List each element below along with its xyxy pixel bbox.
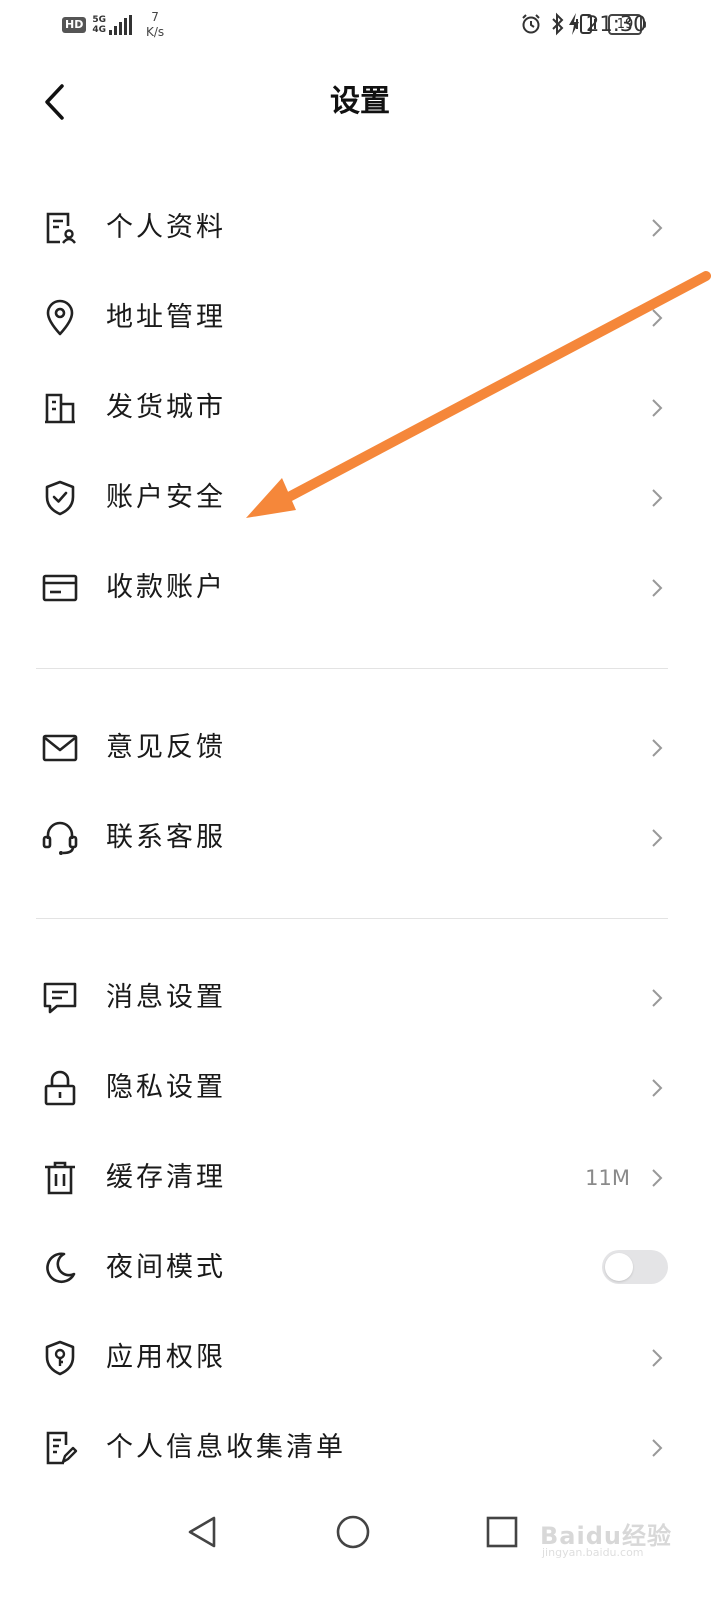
settings-item-label: 个人资料 <box>106 212 226 243</box>
chat-bubble-icon <box>38 978 82 1018</box>
home-circle-icon <box>336 1515 370 1549</box>
lock-icon <box>38 1068 82 1108</box>
chevron-right-icon <box>652 739 663 757</box>
settings-item-label: 收款账户 <box>106 572 226 603</box>
settings-item-label: 缓存清理 <box>106 1162 226 1193</box>
settings-item-label: 发货城市 <box>106 392 226 423</box>
settings-item-label: 账户安全 <box>106 482 226 513</box>
section-divider <box>36 668 668 669</box>
building-icon <box>38 388 82 428</box>
bluetooth-icon <box>552 12 564 36</box>
status-left: HD 5G 4G 7 K/s <box>62 8 164 42</box>
settings-item-payment-account[interactable]: 收款账户 <box>0 548 720 628</box>
chevron-right-icon <box>652 489 663 507</box>
back-triangle-icon <box>188 1516 216 1548</box>
signal-icon <box>109 15 134 35</box>
chevron-right-icon <box>652 399 663 417</box>
section-divider <box>36 918 668 919</box>
settings-item-label: 隐私设置 <box>106 1072 226 1103</box>
settings-item-app-permissions[interactable]: 应用权限 <box>0 1318 720 1398</box>
location-pin-icon <box>38 298 82 338</box>
chevron-right-icon <box>652 309 663 327</box>
settings-item-label: 联系客服 <box>106 822 226 853</box>
charging-icon <box>569 13 579 35</box>
moon-icon <box>38 1248 82 1288</box>
app-header: 设置 <box>0 60 720 140</box>
trash-icon <box>38 1158 82 1198</box>
hd-icon: HD <box>62 17 87 33</box>
card-icon <box>38 568 82 608</box>
shield-check-icon <box>38 478 82 518</box>
night-mode-toggle[interactable] <box>602 1250 668 1284</box>
settings-item-label: 意见反馈 <box>106 732 226 763</box>
toggle-knob <box>605 1253 633 1281</box>
status-time: 21:30 <box>586 12 647 36</box>
chevron-right-icon <box>652 1439 663 1457</box>
chevron-right-icon <box>652 1349 663 1367</box>
settings-item-label: 消息设置 <box>106 982 226 1013</box>
settings-item-label: 应用权限 <box>106 1342 226 1373</box>
settings-item-night-mode: 夜间模式 <box>0 1228 720 1308</box>
cache-size-value: 11M <box>585 1166 630 1190</box>
system-nav-bar: Baidu经验 jingyan.baidu.com <box>0 1490 720 1600</box>
settings-item-address[interactable]: 地址管理 <box>0 278 720 358</box>
chevron-right-icon <box>652 829 663 847</box>
chevron-right-icon <box>652 989 663 1007</box>
settings-item-cache-clear[interactable]: 缓存清理 11M <box>0 1138 720 1218</box>
settings-item-feedback[interactable]: 意见反馈 <box>0 708 720 788</box>
settings-item-label: 地址管理 <box>106 302 226 333</box>
status-bar: HD 5G 4G 7 K/s 19 21:30 <box>0 0 720 50</box>
settings-item-message-settings[interactable]: 消息设置 <box>0 958 720 1038</box>
settings-item-label: 个人信息收集清单 <box>106 1432 346 1463</box>
settings-item-info-list[interactable]: 个人信息收集清单 <box>0 1408 720 1488</box>
profile-card-icon <box>38 208 82 248</box>
settings-item-customer-service[interactable]: 联系客服 <box>0 798 720 878</box>
settings-item-profile[interactable]: 个人资料 <box>0 188 720 268</box>
settings-item-privacy-settings[interactable]: 隐私设置 <box>0 1048 720 1128</box>
recents-square-icon <box>486 1516 518 1548</box>
headset-icon <box>38 818 82 858</box>
baidu-watermark: Baidu经验 jingyan.baidu.com <box>540 1510 680 1560</box>
nav-home-button[interactable] <box>325 1504 381 1560</box>
network-type: 5G 4G <box>92 15 106 35</box>
settings-item-ship-city[interactable]: 发货城市 <box>0 368 720 448</box>
chevron-right-icon <box>652 579 663 597</box>
settings-item-label: 夜间模式 <box>106 1252 226 1283</box>
mail-icon <box>38 728 82 768</box>
settings-item-account-security[interactable]: 账户安全 <box>0 458 720 538</box>
alarm-icon <box>522 14 540 34</box>
chevron-right-icon <box>652 219 663 237</box>
nav-back-button[interactable] <box>174 1504 230 1560</box>
chevron-right-icon <box>652 1169 663 1187</box>
chevron-right-icon <box>652 1079 663 1097</box>
watermark-sub: jingyan.baidu.com <box>542 1546 644 1559</box>
net-speed: 7 K/s <box>146 10 165 39</box>
document-edit-icon <box>38 1428 82 1468</box>
shield-key-icon <box>38 1338 82 1378</box>
page-title: 设置 <box>330 84 390 119</box>
nav-recents-button[interactable] <box>474 1504 530 1560</box>
